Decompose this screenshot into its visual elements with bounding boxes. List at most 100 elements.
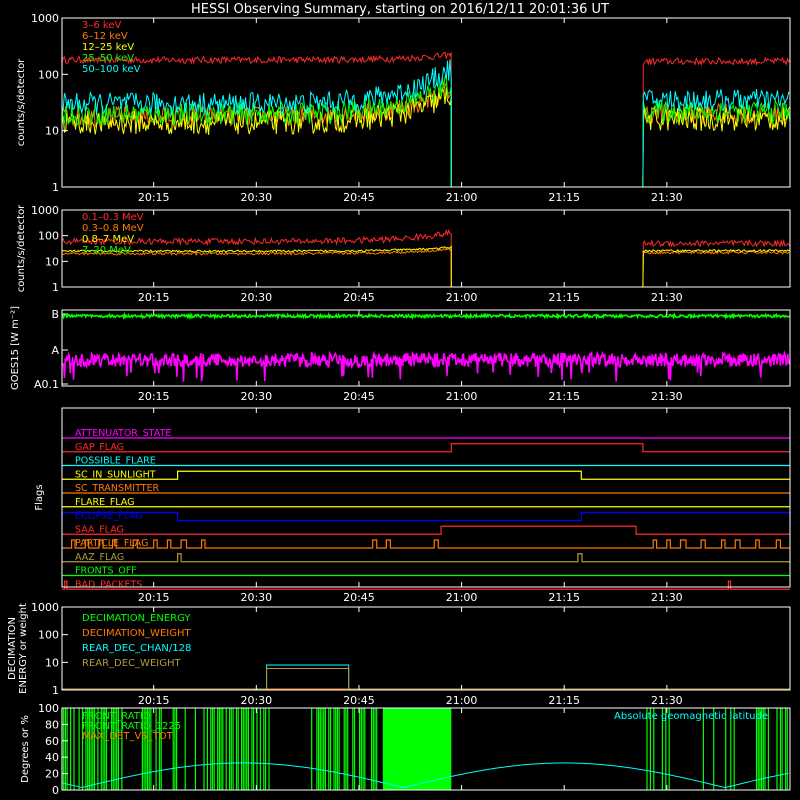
time-tick-label: 20:30 <box>240 591 272 604</box>
time-tick-label: 20:45 <box>343 591 375 604</box>
y-tick-label: 100 <box>38 68 59 81</box>
legend-entry: REAR_DEC_WEIGHT <box>82 658 181 669</box>
flag-line-7 <box>62 525 790 535</box>
front-ratio-block <box>382 708 452 790</box>
decimation-series-3 <box>62 667 790 690</box>
flag-label: SC_TRANSMITTER <box>75 483 160 494</box>
y-tick-label: 100 <box>38 629 59 642</box>
time-tick-label: 20:45 <box>343 694 375 707</box>
time-tick-label: 21:30 <box>651 291 683 304</box>
goes-series-1 <box>61 350 791 382</box>
time-tick-label: 21:30 <box>651 390 683 403</box>
flag-label: GAP_FLAG <box>75 442 124 453</box>
y-tick-label: 10 <box>45 656 59 669</box>
time-tick-label: 20:45 <box>343 390 375 403</box>
legend-entry: 0.3–0.8 MeV <box>82 223 144 234</box>
y-axis-label: Degrees or % <box>20 715 31 783</box>
time-tick-label: 20:15 <box>138 694 170 707</box>
flag-label: POSSIBLE_FLARE <box>75 456 156 467</box>
time-tick-label: 20:45 <box>343 191 375 204</box>
time-tick-label: 21:30 <box>651 191 683 204</box>
y-tick-label: 20 <box>45 768 59 781</box>
time-tick-label: 20:30 <box>240 191 272 204</box>
y-tick-label: 1 <box>52 181 59 194</box>
y-tick-label: 1000 <box>31 12 59 25</box>
flag-label: SC_IN_SUNLIGHT <box>75 469 156 480</box>
y-axis-label: Flags <box>34 484 45 510</box>
time-tick-label: 21:15 <box>548 694 580 707</box>
legend-entry: REAR_DEC_CHAN/128 <box>82 643 191 654</box>
flag-line-11 <box>62 580 790 590</box>
y-tick-label: 1000 <box>31 204 59 217</box>
panel-frame-1 <box>61 209 791 288</box>
time-tick-label: 21:15 <box>548 591 580 604</box>
y-axis-label: GOES15 [W m⁻²] <box>10 306 21 390</box>
flag-line-8 <box>62 539 790 549</box>
y-tick-label: 1000 <box>31 601 59 614</box>
y-tick-label: A <box>51 344 59 357</box>
flag-label: ECLIPSE_FLAG <box>75 511 143 522</box>
y-tick-label: 10 <box>45 255 59 268</box>
flag-label: AAZ_FLAG <box>75 552 124 563</box>
time-tick-label: 20:15 <box>138 291 170 304</box>
time-tick-label: 20:30 <box>240 390 272 403</box>
y-axis-label: DECIMATION <box>7 617 18 680</box>
y-tick-label: 0 <box>52 784 59 797</box>
y-tick-label: B <box>51 308 59 321</box>
y-tick-label: 60 <box>45 735 59 748</box>
legend-entry: DECIMATION_WEIGHT <box>82 628 191 639</box>
time-tick-label: 21:15 <box>548 390 580 403</box>
legend-entry: DECIMATION_ENERGY <box>82 613 191 624</box>
series-line-1-0 <box>61 229 791 288</box>
time-tick-label: 21:30 <box>651 694 683 707</box>
flag-label: FRONTS_OFF <box>75 566 137 577</box>
legend-entry: 7–20 MeV <box>82 245 131 256</box>
y-axis-label: counts/s/detector <box>16 58 27 146</box>
y-tick-label: A0.1 <box>34 378 59 391</box>
latitude-annotation: Absolute geomagnetic latitude <box>614 711 768 722</box>
y-tick-label: 10 <box>45 125 59 138</box>
y-axis-label-2: ENERGY or weight <box>18 603 29 694</box>
legend-entry: 50–100 keV <box>82 64 141 75</box>
time-tick-label: 21:30 <box>651 591 683 604</box>
time-tick-label: 20:15 <box>138 191 170 204</box>
goes-series-0 <box>61 311 790 321</box>
legend-entry: 6–12 keV <box>82 31 128 42</box>
y-tick-label: 80 <box>45 718 59 731</box>
time-tick-label: 21:15 <box>548 191 580 204</box>
time-tick-label: 20:45 <box>343 291 375 304</box>
y-tick-label: 40 <box>45 751 59 764</box>
flag-line-3 <box>62 470 790 480</box>
legend-entry: 12–25 keV <box>82 42 134 53</box>
flag-line-1 <box>62 443 790 453</box>
flag-line-6 <box>61 511 791 522</box>
time-tick-label: 20:30 <box>240 291 272 304</box>
legend-entry: MAX_DET_VS_TOT <box>82 731 174 742</box>
flag-label: SAA_FLAG <box>75 524 124 535</box>
time-tick-label: 20:30 <box>240 694 272 707</box>
legend-entry: 25–50 keV <box>82 53 134 64</box>
legend-entry: 0.1–0.3 MeV <box>82 212 144 223</box>
series-line-0-4 <box>61 59 791 188</box>
flag-label: BAD_PACKETS <box>75 579 142 590</box>
time-tick-label: 21:00 <box>446 694 478 707</box>
y-tick-label: 100 <box>38 230 59 243</box>
y-tick-label: 1 <box>52 684 59 697</box>
time-tick-label: 21:00 <box>446 591 478 604</box>
flag-label: PARTICLE_FLAG <box>75 538 148 549</box>
panels-group: 110100100020:15 20:30 20:45 21:00 21:15 21:30… <box>7 12 791 797</box>
flag-line-9 <box>62 553 790 563</box>
y-tick-label: 1 <box>52 281 59 294</box>
time-tick-label: 21:00 <box>446 191 478 204</box>
time-tick-label: 21:00 <box>446 291 478 304</box>
y-tick-label: 100 <box>38 702 59 715</box>
flag-label: ATTENUATOR_STATE <box>75 428 171 439</box>
series-line-1-1 <box>61 247 791 288</box>
legend-entry: 3–6 keV <box>82 20 121 31</box>
time-tick-label: 21:15 <box>548 291 580 304</box>
legend-entry: 0.8–7 MeV <box>82 234 134 245</box>
series-line-0-0 <box>61 51 791 188</box>
flag-label: FLARE_FLAG <box>75 497 135 508</box>
panel-frame-2 <box>61 309 791 387</box>
time-tick-label: 21:00 <box>446 390 478 403</box>
